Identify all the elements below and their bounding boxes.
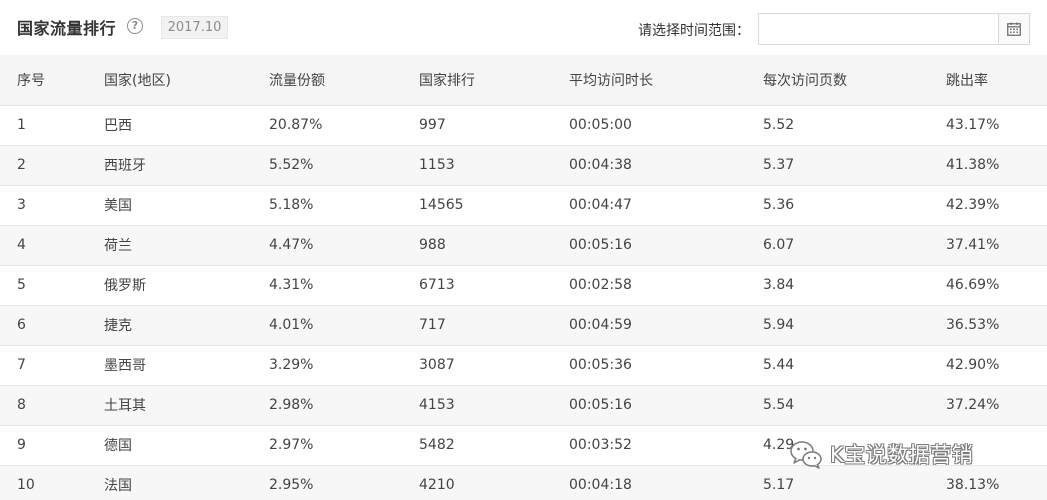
cell-bounce-rate: 42.39% [946,197,1000,213]
cell-avg-visit-duration: 00:04:38 [569,157,632,173]
cell-bounce-rate: 46.69% [946,277,1000,293]
cell-country: 墨西哥 [104,358,146,374]
cell-country: 西班牙 [104,158,146,174]
wechat-icon [790,441,822,469]
column-header-country[interactable]: 国家(地区) [104,55,269,105]
cell-country-rank: 988 [419,237,446,253]
cell-bounce-rate: 43.17% [946,117,1000,133]
cell-country-rank: 997 [419,117,446,133]
cell-bounce-rate: 41.38% [946,157,1000,173]
question-circle-icon[interactable]: ? [127,18,143,34]
cell-rank: 2 [17,157,26,173]
table-row[interactable]: 6 捷克 4.01% 717 00:04:59 5.94 36.53% [0,305,1047,345]
table-row[interactable]: 7 墨西哥 3.29% 3087 00:05:36 5.44 42.90% [0,345,1047,385]
watermark-text: K宝说数据营销 [830,443,974,467]
cell-pages-per-visit: 5.94 [763,317,795,333]
table-row[interactable]: 5 俄罗斯 4.31% 6713 00:02:58 3.84 46.69% [0,265,1047,305]
table-row[interactable]: 1 巴西 20.87% 997 00:05:00 5.52 43.17% [0,105,1047,145]
period-badge: 2017.10 [161,16,228,39]
cell-avg-visit-duration: 00:05:16 [569,237,632,253]
cell-rank: 8 [17,397,26,413]
table-header: 序号 国家(地区) 流量份额 国家排行 平均访问时长 每次访问页数 跳出率 [0,55,1047,105]
cell-country-rank: 14565 [419,197,464,213]
cell-country: 法国 [104,478,132,494]
cell-country-rank: 4210 [419,477,455,493]
cell-pages-per-visit: 5.44 [763,357,795,373]
cell-avg-visit-duration: 00:05:36 [569,357,632,373]
cell-traffic-share: 2.98% [269,397,314,413]
cell-country-rank: 5482 [419,437,455,453]
watermark: K宝说数据营销 [788,436,973,472]
header-row: 序号 国家(地区) 流量份额 国家排行 平均访问时长 每次访问页数 跳出率 [0,55,1047,105]
table-row[interactable]: 8 土耳其 2.98% 4153 00:05:16 5.54 37.24% [0,385,1047,425]
page-header: 国家流量排行 ? 2017.10 请选择时间范围： [0,0,1047,55]
cell-rank: 7 [17,357,26,373]
column-header-country-rank[interactable]: 国家排行 [419,55,569,105]
cell-avg-visit-duration: 00:04:59 [569,317,632,333]
cell-country-rank: 717 [419,317,446,333]
cell-traffic-share: 2.95% [269,477,314,493]
calendar-button[interactable] [998,13,1030,45]
country-traffic-table: 序号 国家(地区) 流量份额 国家排行 平均访问时长 每次访问页数 跳出率 1 巴… [0,55,1047,500]
cell-traffic-share: 20.87% [269,117,323,133]
column-header-bounce-rate[interactable]: 跳出率 [946,55,1047,105]
cell-traffic-share: 3.29% [269,357,314,373]
cell-bounce-rate: 42.90% [946,357,1000,373]
cell-country-rank: 3087 [419,357,455,373]
cell-country-rank: 1153 [419,157,455,173]
cell-traffic-share: 5.18% [269,197,314,213]
cell-country-rank: 6713 [419,277,455,293]
page-title: 国家流量排行 [17,19,117,38]
cell-traffic-share: 4.47% [269,237,314,253]
cell-rank: 3 [17,197,26,213]
cell-country: 荷兰 [104,238,132,254]
cell-avg-visit-duration: 00:05:16 [569,397,632,413]
cell-traffic-share: 5.52% [269,157,314,173]
cell-bounce-rate: 36.53% [946,317,1000,333]
cell-avg-visit-duration: 00:04:47 [569,197,632,213]
cell-avg-visit-duration: 00:04:18 [569,477,632,493]
cell-rank: 1 [17,117,26,133]
cell-traffic-share: 4.01% [269,317,314,333]
cell-country: 巴西 [104,118,132,134]
cell-rank: 10 [17,477,35,493]
cell-traffic-share: 4.31% [269,277,314,293]
cell-avg-visit-duration: 00:02:58 [569,277,632,293]
cell-pages-per-visit: 6.07 [763,237,795,253]
table-row[interactable]: 2 西班牙 5.52% 1153 00:04:38 5.37 41.38% [0,145,1047,185]
calendar-icon [1007,22,1021,36]
cell-bounce-rate: 37.24% [946,397,1000,413]
cell-pages-per-visit: 5.36 [763,197,795,213]
date-range-input[interactable] [758,13,999,45]
cell-country: 俄罗斯 [104,278,146,294]
column-header-avg-visit-duration[interactable]: 平均访问时长 [569,55,763,105]
cell-pages-per-visit: 5.37 [763,157,795,173]
cell-country: 德国 [104,438,132,454]
column-header-rank[interactable]: 序号 [0,55,104,105]
table-row[interactable]: 4 荷兰 4.47% 988 00:05:16 6.07 37.41% [0,225,1047,265]
cell-bounce-rate: 37.41% [946,237,1000,253]
cell-country: 土耳其 [104,398,146,414]
cell-avg-visit-duration: 00:05:00 [569,117,632,133]
cell-pages-per-visit: 5.54 [763,397,795,413]
table-row[interactable]: 3 美国 5.18% 14565 00:04:47 5.36 42.39% [0,185,1047,225]
cell-pages-per-visit: 5.52 [763,117,795,133]
cell-rank: 6 [17,317,26,333]
cell-traffic-share: 2.97% [269,437,314,453]
cell-country-rank: 4153 [419,397,455,413]
cell-avg-visit-duration: 00:03:52 [569,437,632,453]
cell-pages-per-visit: 3.84 [763,277,795,293]
column-header-traffic-share[interactable]: 流量份额 [269,55,419,105]
cell-country: 捷克 [104,318,132,334]
cell-rank: 4 [17,237,26,253]
cell-rank: 5 [17,277,26,293]
column-header-pages-per-visit[interactable]: 每次访问页数 [763,55,946,105]
cell-rank: 9 [17,437,26,453]
cell-country: 美国 [104,198,132,214]
date-range-label: 请选择时间范围： [638,23,750,39]
